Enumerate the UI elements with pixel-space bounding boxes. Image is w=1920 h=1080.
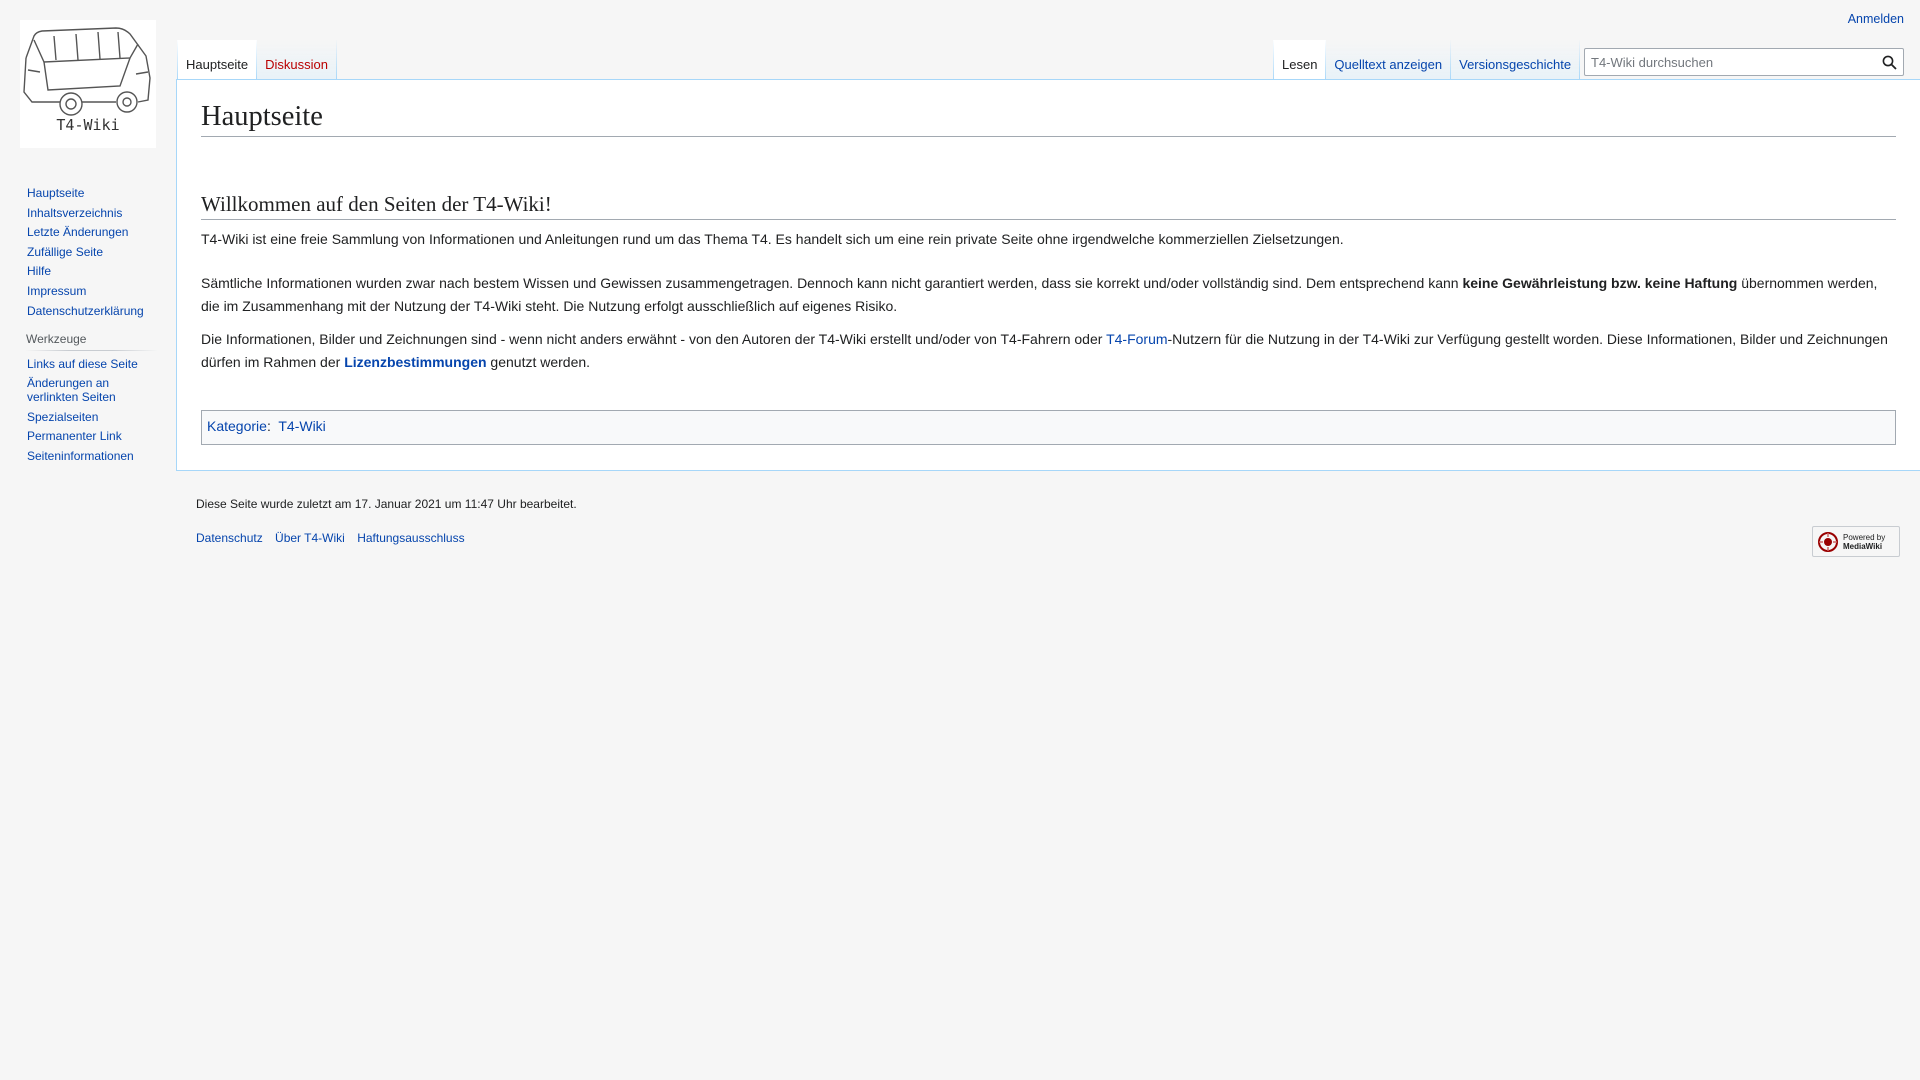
license-paragraph: Die Informationen, Bilder und Zeichnunge… (201, 328, 1896, 374)
forum-link[interactable]: T4-Forum (1106, 331, 1167, 347)
tab-hauptseite[interactable]: Hauptseite (177, 40, 258, 80)
personal-tools: Anmelden (1848, 12, 1904, 26)
site-logo[interactable]: T4-Wiki (20, 20, 156, 148)
login-link[interactable]: Anmelden (1848, 12, 1904, 26)
tab-lesen[interactable]: Lesen (1273, 40, 1327, 80)
tab-label: Hauptseite (186, 57, 249, 72)
tab-label[interactable]: Quelltext anzeigen (1334, 57, 1442, 72)
powered-line2: MediaWiki (1843, 541, 1883, 551)
tool-aenderungen-verlinkt[interactable]: Änderungen an verlinkten Seiten (27, 376, 116, 404)
mediawiki-flower-icon (1818, 531, 1838, 552)
svg-text:T4-Wiki: T4-Wiki (56, 116, 119, 134)
view-tabs: Lesen Quelltext anzeigen Versionsgeschic… (1273, 40, 1581, 80)
search-icon (1882, 55, 1897, 70)
tab-label[interactable]: Diskussion (265, 57, 328, 72)
powered-line1: Powered by (1843, 532, 1886, 542)
footer-link-datenschutz[interactable]: Datenschutz (196, 531, 263, 545)
search-box (1584, 48, 1904, 76)
tool-seiteninformationen[interactable]: Seiteninformationen (27, 449, 134, 463)
intro-paragraph: T4-Wiki ist eine freie Sammlung von Info… (201, 228, 1896, 251)
tab-versionsgeschichte[interactable]: Versionsgeschichte (1451, 40, 1581, 80)
namespace-tabs: Hauptseite Diskussion (177, 40, 338, 80)
sidebar-item-inhaltsverzeichnis[interactable]: Inhaltsverzeichnis (27, 206, 122, 220)
disclaimer-bold: keine Gewährleistung bzw. keine Haftung (1462, 275, 1738, 292)
main-content: Hauptseite Willkommen auf den Seiten der… (176, 79, 1920, 471)
category-t4-wiki-link[interactable]: T4-Wiki (278, 418, 325, 434)
footer: Diese Seite wurde zuletzt am 17. Januar … (196, 497, 577, 545)
page-title: Hauptseite (201, 100, 1896, 138)
tab-diskussion[interactable]: Diskussion (257, 40, 338, 80)
category-links: Kategorie: T4-Wiki (201, 410, 1896, 446)
footer-places: Datenschutz Über T4-Wiki Haftungsausschl… (196, 531, 577, 545)
sidebar-item-letzte-aenderungen[interactable]: Letzte Änderungen (27, 225, 128, 239)
license-text: Die Informationen, Bilder und Zeichnunge… (201, 331, 1107, 348)
sidebar-navigation: Hauptseite Inhaltsverzeichnis Letzte Änd… (27, 186, 157, 318)
sidebar-item-hauptseite[interactable]: Hauptseite (27, 186, 84, 200)
category-separator: : (266, 418, 271, 435)
sidebar-item-datenschutzerklaerung[interactable]: Datenschutzerklärung (27, 304, 144, 318)
last-modified: Diese Seite wurde zuletzt am 17. Januar … (196, 497, 577, 511)
footer-link-ueber[interactable]: Über T4-Wiki (275, 531, 345, 545)
van-logo-icon: T4-Wiki (23, 27, 151, 134)
tool-permanenter-link[interactable]: Permanenter Link (27, 429, 122, 443)
sidebar-item-zufaellige-seite[interactable]: Zufällige Seite (27, 245, 103, 259)
powered-by-mediawiki-badge[interactable]: Powered by MediaWiki (1812, 526, 1900, 557)
welcome-heading: Willkommen auf den Seiten der T4-Wiki! (201, 191, 1896, 221)
tab-label: Lesen (1282, 57, 1318, 72)
sidebar-item-impressum[interactable]: Impressum (27, 284, 86, 298)
powered-text: Powered by MediaWiki (1843, 533, 1885, 551)
tab-quelltext[interactable]: Quelltext anzeigen (1326, 40, 1452, 80)
search-button[interactable] (1875, 49, 1903, 75)
footer-link-haftungsausschluss[interactable]: Haftungsausschluss (357, 531, 464, 545)
sidebar-item-hilfe[interactable]: Hilfe (27, 264, 51, 278)
category-label-link[interactable]: Kategorie (207, 418, 267, 434)
disclaimer-text: Sämtliche Informationen wurden zwar nach… (201, 275, 1463, 292)
disclaimer-paragraph: Sämtliche Informationen wurden zwar nach… (201, 272, 1896, 318)
tools-heading: Werkzeuge (26, 331, 157, 351)
license-link[interactable]: Lizenzbestimmungen (344, 354, 486, 370)
intro-text: T4-Wiki ist eine freie Sammlung von Info… (201, 231, 1344, 248)
sidebar: Hauptseite Inhaltsverzeichnis Letzte Änd… (26, 186, 157, 469)
tab-label[interactable]: Versionsgeschichte (1459, 57, 1571, 72)
sidebar-tools: Links auf diese Seite Änderungen an verl… (27, 357, 157, 463)
search-input[interactable] (1585, 49, 1875, 75)
license-text-end: genutzt werden. (486, 354, 591, 371)
tool-links-auf-seite[interactable]: Links auf diese Seite (27, 357, 138, 371)
tool-spezialseiten[interactable]: Spezialseiten (27, 410, 98, 424)
